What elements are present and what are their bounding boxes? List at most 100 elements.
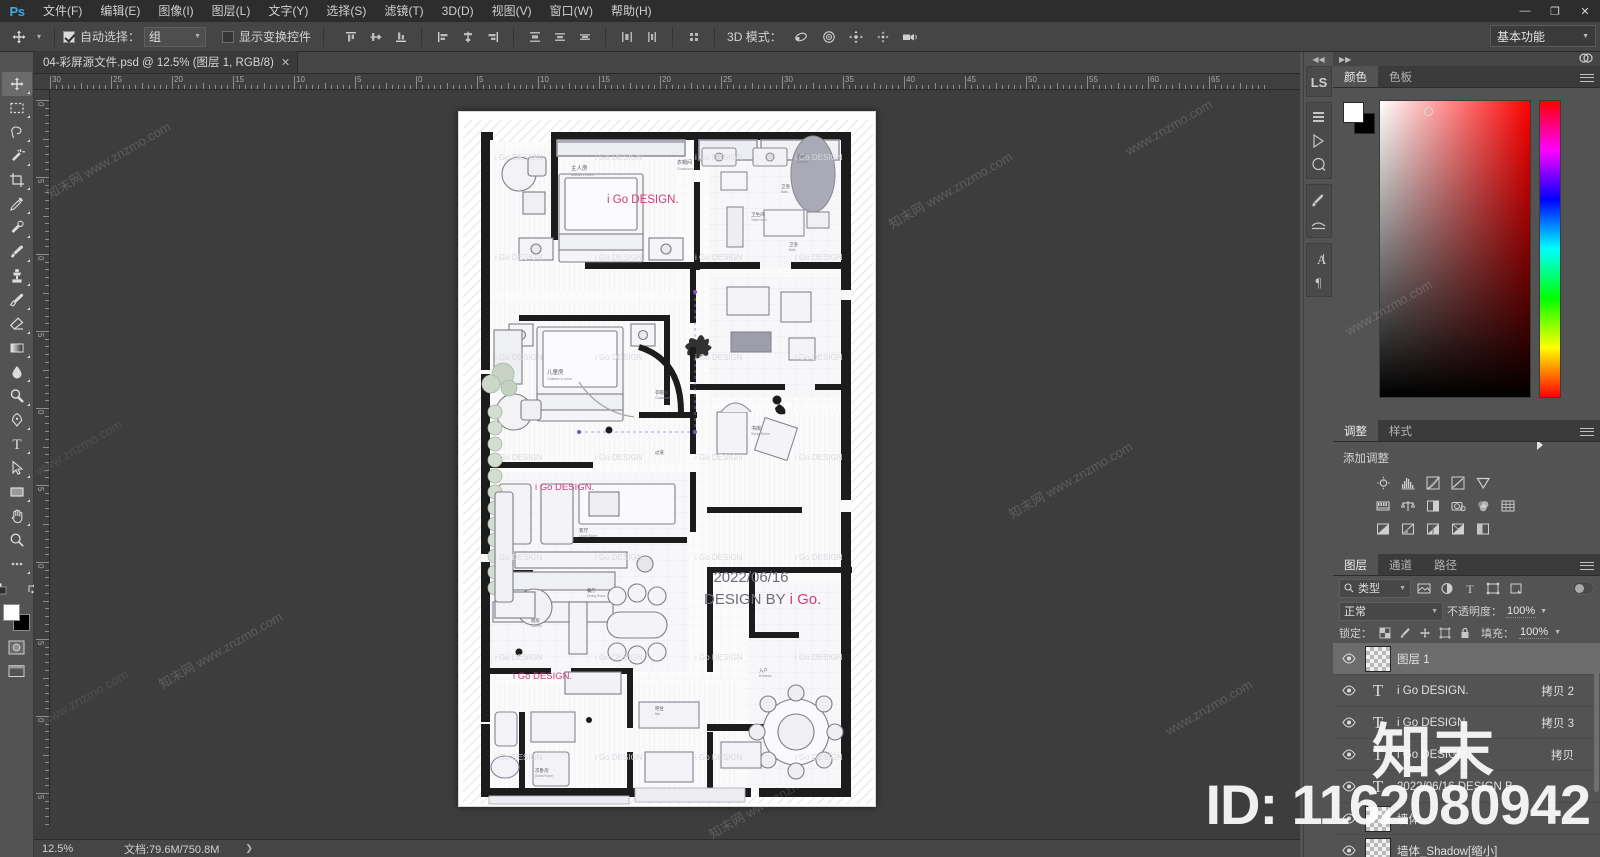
spot-healing-brush-tool[interactable]: [2, 216, 32, 240]
layer-visibility-icon[interactable]: [1339, 781, 1359, 792]
align-right-edges-button[interactable]: [480, 26, 505, 48]
align-vertical-centers-button[interactable]: [363, 26, 388, 48]
black-white-icon[interactable]: [1423, 496, 1444, 515]
layer-visibility-icon[interactable]: [1339, 749, 1359, 760]
eyedropper-tool[interactable]: [2, 192, 32, 216]
close-button[interactable]: ✕: [1570, 0, 1600, 22]
libraries-icon[interactable]: LS: [1307, 70, 1331, 93]
layer-thumbnail-text[interactable]: T: [1365, 678, 1391, 704]
foreground-color-swatch[interactable]: [2, 604, 20, 621]
hand-tool[interactable]: [2, 504, 32, 528]
canvas-area[interactable]: 主人房 Master's room 衣帽间 Cloakroom 浴缸 Bath …: [50, 90, 1300, 825]
hue-saturation-icon[interactable]: [1373, 496, 1394, 515]
invert-icon[interactable]: [1373, 519, 1394, 538]
color-swatches[interactable]: [2, 604, 32, 632]
filter-smart-icon[interactable]: [1506, 579, 1526, 598]
type-tool[interactable]: T: [2, 432, 32, 456]
filter-shape-icon[interactable]: [1483, 579, 1503, 598]
auto-select-checkbox[interactable]: [63, 30, 75, 43]
foreground-color-swatch[interactable]: [1343, 102, 1364, 123]
slide-3d-button[interactable]: [871, 26, 896, 48]
layer-row[interactable]: 墙体: [1333, 803, 1600, 835]
status-expand-icon[interactable]: ❯: [245, 843, 253, 854]
menu-image[interactable]: 图像(I): [149, 0, 202, 22]
hue-slider[interactable]: [1539, 100, 1561, 398]
layer-row[interactable]: T i Go DESIGN. 拷贝: [1333, 739, 1600, 771]
zoom-3d-button[interactable]: [898, 26, 923, 48]
color-field[interactable]: [1379, 100, 1531, 398]
color-balance-icon[interactable]: [1398, 496, 1419, 515]
blend-mode-select[interactable]: 正常 ▼: [1339, 601, 1443, 621]
align-horizontal-centers-button[interactable]: [455, 26, 480, 48]
panel-menu-icon[interactable]: [1580, 71, 1594, 83]
levels-icon[interactable]: [1398, 473, 1419, 492]
zoom-tool[interactable]: [2, 528, 32, 552]
actions-icon[interactable]: [1307, 129, 1331, 152]
screen-mode-icon[interactable]: [2, 660, 32, 682]
layer-filter-kind-select[interactable]: 类型 ▼: [1339, 578, 1411, 598]
chevron-down-icon[interactable]: ▼: [1540, 608, 1547, 615]
distribute-left-edges-button[interactable]: [614, 26, 639, 48]
magic-wand-tool[interactable]: [2, 144, 32, 168]
color-picker-marker[interactable]: [1424, 107, 1433, 116]
menu-window[interactable]: 窗口(W): [541, 0, 602, 22]
vibrance-icon[interactable]: [1473, 473, 1494, 492]
filter-adjustment-icon[interactable]: [1437, 579, 1457, 598]
workspace-selector[interactable]: 基本功能 ▼: [1490, 25, 1596, 47]
close-icon[interactable]: ✕: [281, 56, 290, 69]
pen-tool[interactable]: [2, 408, 32, 432]
lasso-tool[interactable]: [2, 120, 32, 144]
expand-panels-icon[interactable]: ◀◀: [1304, 52, 1334, 66]
tab-paths[interactable]: 路径: [1423, 554, 1468, 575]
collapse-panels-icon[interactable]: ▶▶: [1339, 55, 1351, 64]
panel-menu-icon[interactable]: [1580, 425, 1594, 437]
default-colors-icon[interactable]: [0, 578, 16, 600]
gradient-map-icon[interactable]: [1448, 519, 1469, 538]
layer-visibility-icon[interactable]: [1339, 845, 1359, 856]
gradient-tool[interactable]: [2, 336, 32, 360]
clone-stamp-tool[interactable]: [2, 264, 32, 288]
layer-visibility-icon[interactable]: [1339, 717, 1359, 728]
tab-color[interactable]: 颜色: [1333, 66, 1378, 87]
filter-type-icon[interactable]: T: [1460, 579, 1480, 598]
layer-thumbnail[interactable]: [1365, 645, 1391, 672]
menu-view[interactable]: 视图(V): [483, 0, 541, 22]
photo-filter-icon[interactable]: [1448, 496, 1469, 515]
menu-select[interactable]: 选择(S): [317, 0, 375, 22]
curves-icon[interactable]: [1423, 473, 1444, 492]
layer-thumbnail-text[interactable]: T: [1365, 710, 1391, 736]
panel-menu-icon[interactable]: [1580, 559, 1594, 571]
character-icon[interactable]: A: [1307, 247, 1331, 270]
properties-icon[interactable]: [1307, 152, 1331, 175]
eraser-tool[interactable]: [2, 312, 32, 336]
move-tool-icon[interactable]: [6, 26, 32, 48]
vertical-ruler[interactable]: 0 5 0 5 0 5 0 5 0 5: [34, 90, 50, 825]
tool-preset-chevron-icon[interactable]: ▾: [32, 26, 46, 48]
layer-row[interactable]: T 2022/06/16 DESIGN B...: [1333, 771, 1600, 803]
tab-swatches[interactable]: 色板: [1378, 66, 1423, 87]
rectangle-tool[interactable]: [2, 480, 32, 504]
exposure-icon[interactable]: [1448, 473, 1469, 492]
brush-settings-icon[interactable]: [1307, 188, 1331, 211]
auto-select-scope-select[interactable]: 组 ▼: [144, 26, 207, 47]
align-bottom-edges-button[interactable]: [388, 26, 413, 48]
lock-position-icon[interactable]: [1417, 625, 1432, 640]
tab-styles[interactable]: 样式: [1378, 420, 1423, 441]
layer-row[interactable]: 墙体_Shadow[缩小]: [1333, 835, 1600, 857]
layer-thumbnail-text[interactable]: T: [1365, 742, 1391, 768]
lock-image-icon[interactable]: [1397, 625, 1412, 640]
horizontal-ruler[interactable]: 30 25 20 15 10 5 0 5 10 15 20 25 30 35 40 45 50 55 60 65: [34, 74, 1300, 90]
layer-visibility-icon[interactable]: [1339, 653, 1359, 664]
align-top-edges-button[interactable]: [338, 26, 363, 48]
menu-type[interactable]: 文字(Y): [259, 0, 317, 22]
align-left-edges-button[interactable]: [430, 26, 455, 48]
filter-pixel-icon[interactable]: [1414, 579, 1434, 598]
layer-row[interactable]: T i Go DESIGN. 拷贝 2: [1333, 675, 1600, 707]
fill-value[interactable]: 100%: [1519, 626, 1550, 639]
distribute-bottom-edges-button[interactable]: [572, 26, 597, 48]
menu-filter[interactable]: 滤镜(T): [375, 0, 432, 22]
brushes-icon[interactable]: [1307, 211, 1331, 234]
lock-transparent-icon[interactable]: [1377, 625, 1392, 640]
channel-mixer-icon[interactable]: [1473, 496, 1494, 515]
menu-edit[interactable]: 编辑(E): [91, 0, 149, 22]
